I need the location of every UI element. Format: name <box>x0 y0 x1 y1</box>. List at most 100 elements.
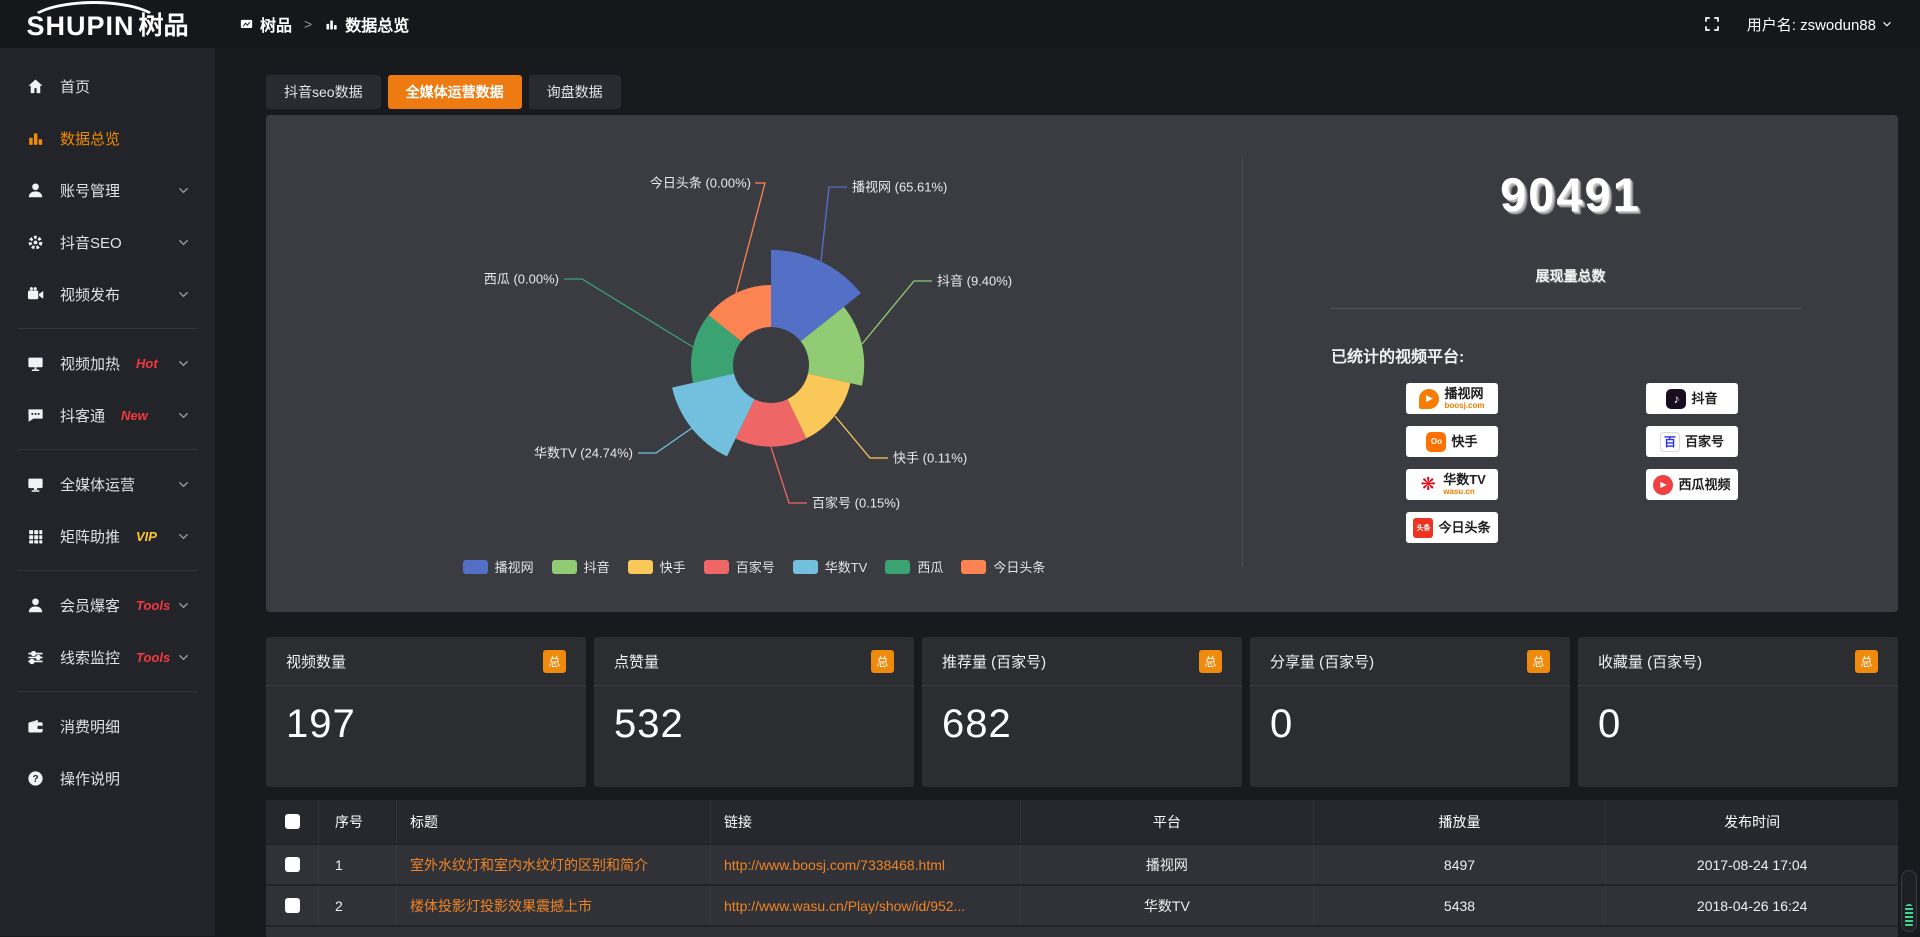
stat-title: 推荐量 (百家号) <box>942 651 1046 672</box>
legend-swatch <box>961 560 986 574</box>
legend-item[interactable]: 播视网 <box>463 557 534 576</box>
overview-panel: 播视网 (65.61%)抖音 (9.40%)快手 (0.11%)百家号 (0.1… <box>266 115 1898 612</box>
breadcrumb-item[interactable]: 数据总览 <box>324 12 409 36</box>
wallet-icon <box>26 717 45 736</box>
sidebar-item-grid[interactable]: 矩阵助推VIP <box>0 510 215 562</box>
row-checkbox[interactable] <box>285 898 300 913</box>
col-index: 序号 <box>318 800 396 843</box>
cell-index: 1 <box>318 845 396 884</box>
sidebar-item-screen[interactable]: 视频加热Hot <box>0 337 215 389</box>
stat-title: 收藏量 (百家号) <box>1598 651 1702 672</box>
sidebar-item-label: 抖音SEO <box>60 232 122 253</box>
stat-card: 收藏量 (百家号)总0 <box>1578 637 1898 787</box>
legend-item[interactable]: 今日头条 <box>961 557 1045 576</box>
sidebar-item-label: 视频发布 <box>60 284 120 305</box>
stat-card: 视频数量总197 <box>266 637 586 787</box>
sidebar-divider <box>18 570 197 571</box>
breadcrumb-separator: > <box>304 16 312 32</box>
chevron-down-icon <box>176 477 191 492</box>
sidebar-item-label: 全媒体运营 <box>60 474 135 495</box>
total-badge: 总 <box>1855 650 1878 673</box>
sidebar-item-sliders[interactable]: 线索监控Tools <box>0 631 215 683</box>
legend-swatch <box>628 560 653 574</box>
pie-label-line <box>736 183 765 293</box>
data-tabs: 抖音seo数据全媒体运营数据询盘数据 <box>266 75 1898 109</box>
tab-抖音seo数据[interactable]: 抖音seo数据 <box>266 75 381 109</box>
sidebar-item-label: 数据总览 <box>60 128 120 149</box>
legend-item[interactable]: 华数TV <box>793 557 868 576</box>
sidebar-item-tag: Tools <box>136 650 170 665</box>
sidebar-item-member[interactable]: 会员爆客Tools <box>0 579 215 631</box>
legend-item[interactable]: 抖音 <box>552 557 610 576</box>
xigua-logo: ▶ <box>1653 475 1673 495</box>
fullscreen-icon[interactable] <box>1703 15 1721 33</box>
pie-label-line <box>862 281 932 344</box>
tab-询盘数据[interactable]: 询盘数据 <box>529 75 621 109</box>
breadcrumb-label: 树品 <box>260 12 292 36</box>
bar-chart-icon <box>324 17 339 32</box>
top-header: SHUPIN 树品 树品 > 数据总览 用户名: zswodun88 <box>0 0 1920 48</box>
table-header: 序号标题链接平台播放量发布时间 <box>266 800 1898 843</box>
stat-title: 分享量 (百家号) <box>1270 651 1374 672</box>
platform-sub: wasu.cn <box>1443 488 1486 496</box>
chart-legend: 播视网抖音快手 百家号 华数TV 西瓜 今日头条 <box>266 557 1242 576</box>
stat-value: 0 <box>1250 686 1570 747</box>
sidebar-item-monitor[interactable]: 全媒体运营 <box>0 458 215 510</box>
sidebar-item-home[interactable]: 首页 <box>0 60 215 112</box>
help-icon: ? <box>26 769 45 788</box>
video-url-link[interactable]: http://www.boosj.com/7338468.html <box>724 857 945 873</box>
cell-platform: 播视网 <box>1020 845 1313 884</box>
summary-divider <box>1331 308 1801 309</box>
platform-badge: 百百家号 <box>1646 426 1738 457</box>
impressions-total: 90491 <box>1243 167 1898 222</box>
sidebar-divider <box>18 691 197 692</box>
sidebar-item-video[interactable]: 视频发布 <box>0 268 215 320</box>
sidebar-item-tag: VIP <box>136 529 157 544</box>
chevron-down-icon <box>176 529 191 544</box>
stat-title: 点赞量 <box>614 651 659 672</box>
user-menu[interactable]: 用户名: zswodun88 <box>1747 14 1894 35</box>
select-all-checkbox[interactable] <box>285 814 300 829</box>
legend-label: 今日头条 <box>993 557 1045 576</box>
video-title-link[interactable]: 楼体投影灯投影效果震撼上市 <box>410 896 592 916</box>
pie-slice[interactable] <box>672 374 754 457</box>
sidebar-item-tag: Tools <box>136 598 170 613</box>
sidebar-item-label: 消费明细 <box>60 716 120 737</box>
row-checkbox[interactable] <box>285 857 300 872</box>
pie-label: 西瓜 (0.00%) <box>484 272 559 287</box>
platform-badge: 头条今日头条 <box>1406 512 1498 543</box>
wasu-logo: ❋ <box>1418 475 1438 495</box>
sidebar-item-user[interactable]: 账号管理 <box>0 164 215 216</box>
sidebar-item-bars[interactable]: 数据总览 <box>0 112 215 164</box>
scrollbar-widget[interactable] <box>1901 870 1917 932</box>
chevron-down-icon <box>176 183 191 198</box>
legend-item[interactable]: 西瓜 <box>885 557 943 576</box>
platform-badge-empty <box>1646 512 1738 543</box>
legend-label: 华数TV <box>825 557 868 576</box>
col-platform: 平台 <box>1020 800 1313 843</box>
legend-item[interactable]: 百家号 <box>704 557 775 576</box>
total-badge: 总 <box>543 650 566 673</box>
sidebar-item-chat[interactable]: 抖客通New <box>0 389 215 441</box>
breadcrumb: 树品 > 数据总览 <box>239 12 409 36</box>
legend-label: 西瓜 <box>917 557 943 576</box>
stat-card: 点赞量总532 <box>594 637 914 787</box>
tab-全媒体运营数据[interactable]: 全媒体运营数据 <box>388 75 522 109</box>
legend-label: 百家号 <box>736 557 775 576</box>
breadcrumb-item[interactable]: 树品 <box>239 12 292 36</box>
sidebar-item-wallet[interactable]: 消费明细 <box>0 700 215 752</box>
app-logo: SHUPIN 树品 <box>0 0 215 48</box>
sidebar-item-gear[interactable]: 抖音SEO <box>0 216 215 268</box>
sidebar-item-help[interactable]: ?操作说明 <box>0 752 215 804</box>
video-icon <box>26 285 45 304</box>
video-title-link[interactable]: 室外水纹灯和室内水纹灯的区别和简介 <box>410 855 648 875</box>
pie-label-line <box>835 416 888 458</box>
baijiahao-logo: 百 <box>1660 432 1680 452</box>
legend-item[interactable]: 快手 <box>628 557 686 576</box>
stat-value: 682 <box>922 686 1242 747</box>
video-url-link[interactable]: http://www.wasu.cn/Play/show/id/952... <box>724 898 965 914</box>
stat-value: 197 <box>266 686 586 747</box>
impressions-summary: 90491 展现量总数 已统计的视频平台: ▶播视网boosj.com♪抖音Oo… <box>1243 115 1898 612</box>
pie-label: 百家号 (0.15%) <box>812 496 900 511</box>
platform-name: 百家号 <box>1685 435 1724 448</box>
